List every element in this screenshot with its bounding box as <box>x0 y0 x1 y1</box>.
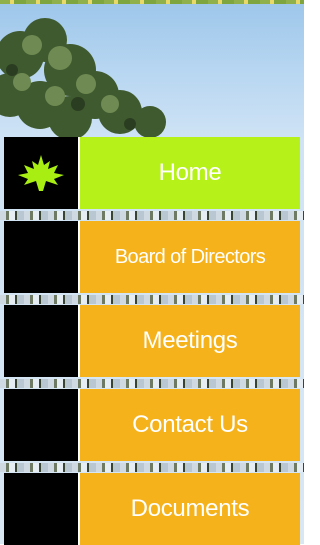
nav-item-documents[interactable]: Documents <box>4 473 300 545</box>
nav-icon-box <box>4 137 80 209</box>
nav-label-documents: Documents <box>80 473 300 545</box>
tree-photo <box>0 18 166 140</box>
nav-item-contact-us[interactable]: Contact Us <box>4 389 300 461</box>
nav-label-contact-us: Contact Us <box>80 389 300 461</box>
photo-strip <box>0 295 304 304</box>
photo-strip <box>0 379 304 388</box>
photo-strip <box>0 463 304 472</box>
nav-item-home[interactable]: Home <box>4 137 300 209</box>
maple-leaf-icon <box>18 155 64 191</box>
nav-item-meetings[interactable]: Meetings <box>4 305 300 377</box>
nav-icon-box <box>4 305 80 377</box>
nav-label-home: Home <box>80 137 300 209</box>
nav-icon-box <box>4 473 80 545</box>
nav-item-board-of-directors[interactable]: Board of Directors <box>4 221 300 293</box>
nav-icon-box <box>4 389 80 461</box>
nav-label-meetings: Meetings <box>80 305 300 377</box>
nav-label-board-of-directors: Board of Directors <box>80 221 300 293</box>
photo-strip <box>0 211 304 220</box>
nav-icon-box <box>4 221 80 293</box>
